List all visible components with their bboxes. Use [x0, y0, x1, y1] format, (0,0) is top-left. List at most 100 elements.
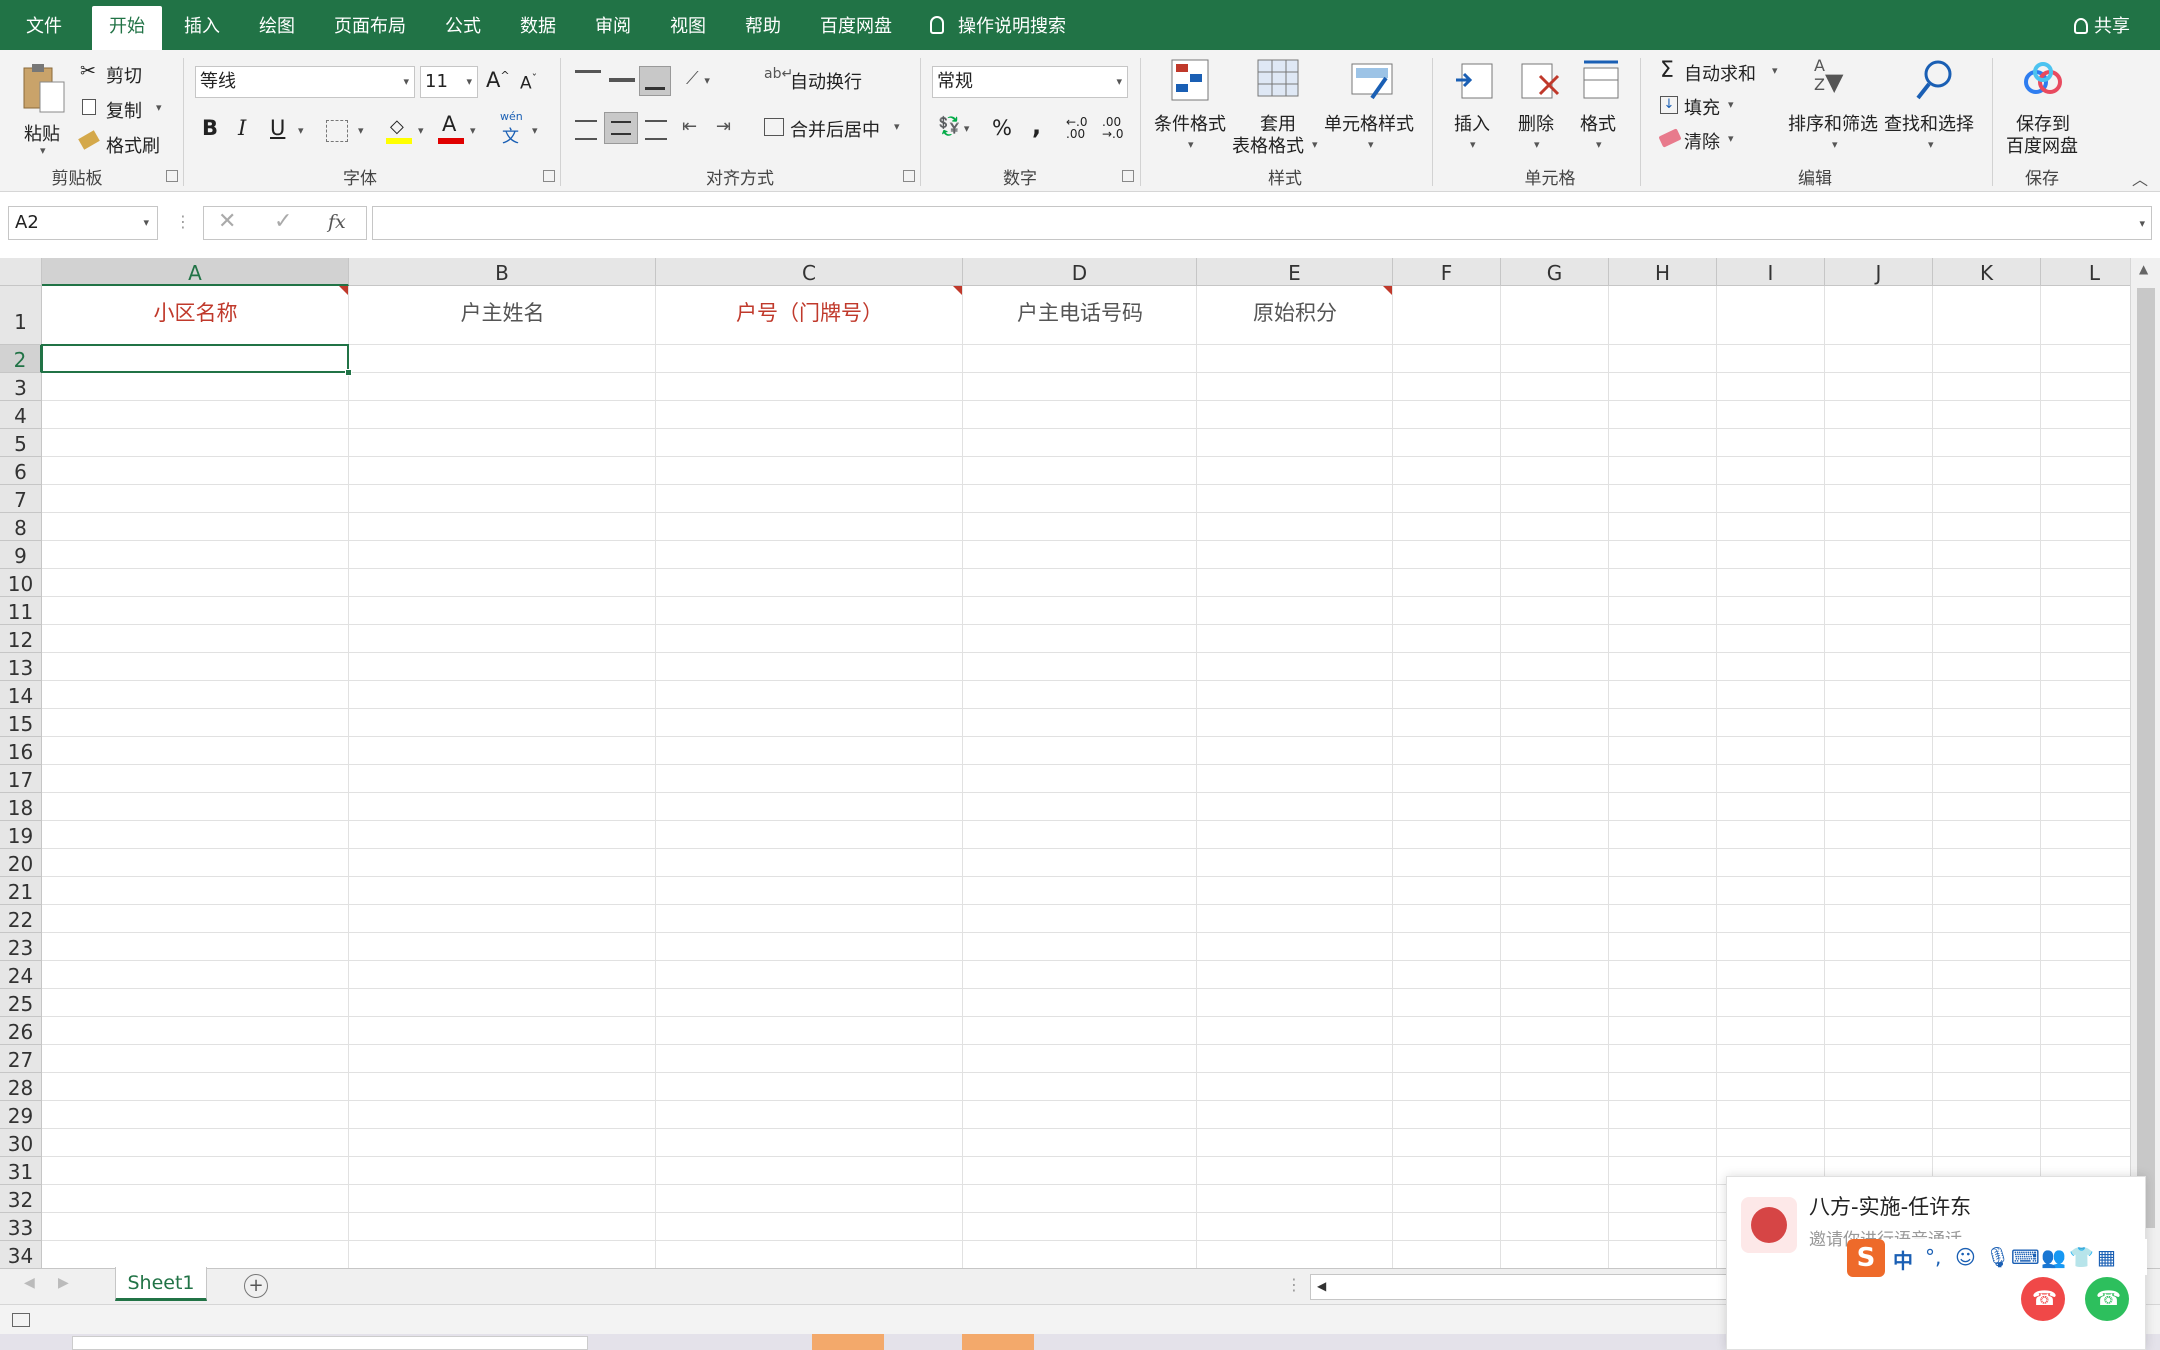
worksheet-grid[interactable]: ABCDEFGHIJKL 1 2 3 4 5 6 7 8 9 10 11 12 13 14 15 16 17 18…	[0, 258, 2130, 1270]
insert-function-button[interactable]: fx	[328, 211, 346, 233]
cell-e1[interactable]: 原始积分	[1197, 298, 1393, 328]
column-header-e[interactable]: E	[1197, 258, 1393, 286]
row-header-34[interactable]: 34	[0, 1241, 42, 1269]
column-header-i[interactable]: I	[1717, 258, 1825, 286]
shrink-font-button[interactable]: Aˇ	[520, 72, 537, 94]
horizontal-scrollbar[interactable]: ◀	[1310, 1274, 1730, 1300]
scroll-up-icon[interactable]: ▲	[2139, 262, 2148, 276]
column-header-h[interactable]: H	[1609, 258, 1717, 286]
copy-button[interactable]: 复制 ▾	[80, 95, 180, 123]
tell-me-search[interactable]: 操作说明搜索	[930, 0, 1066, 50]
currency-icon[interactable]: 💱 ▾	[938, 116, 969, 137]
row-header-3[interactable]: 3	[0, 373, 42, 401]
row-header-9[interactable]: 9	[0, 541, 42, 569]
tab-file[interactable]: 文件	[10, 0, 78, 50]
sheet-tab-sheet1[interactable]: Sheet1	[115, 1267, 207, 1301]
microphone-icon[interactable]: 🎙	[1985, 1245, 2010, 1269]
number-launcher[interactable]	[1122, 170, 1134, 182]
row-header-27[interactable]: 27	[0, 1045, 42, 1073]
fill-color-button[interactable]: ◇	[386, 116, 412, 146]
row-header-12[interactable]: 12	[0, 625, 42, 653]
grow-font-button[interactable]: A^	[486, 68, 510, 92]
cell-styles-button[interactable]: 单元格样式 ▾	[1324, 58, 1420, 158]
row-header-17[interactable]: 17	[0, 765, 42, 793]
decrease-indent-icon[interactable]: ⇤	[682, 116, 697, 137]
row-header-24[interactable]: 24	[0, 961, 42, 989]
find-select-button[interactable]: 查找和选择 ▾	[1884, 58, 1980, 158]
ime-lang-toggle[interactable]: 中	[1893, 1245, 1913, 1274]
enter-icon[interactable]: ✓	[274, 209, 292, 234]
user-group-icon[interactable]: 👥	[2041, 1245, 2066, 1269]
row-header-23[interactable]: 23	[0, 933, 42, 961]
tab-review[interactable]: 审阅	[583, 0, 643, 50]
paste-button[interactable]: 粘贴 ▾	[18, 60, 72, 157]
row-header-15[interactable]: 15	[0, 709, 42, 737]
insert-cells-button[interactable]: 插入 ▾	[1448, 58, 1502, 158]
row-header-6[interactable]: 6	[0, 457, 42, 485]
row-header-16[interactable]: 16	[0, 737, 42, 765]
ime-punct-toggle[interactable]: °,	[1925, 1245, 1941, 1269]
column-header-l[interactable]: L	[2041, 258, 2130, 286]
formula-input[interactable]: ▾	[372, 206, 2152, 240]
align-middle-icon[interactable]	[609, 78, 635, 82]
add-sheet-icon[interactable]: +	[244, 1274, 268, 1298]
next-sheet-icon[interactable]: ▶	[58, 1275, 69, 1291]
font-launcher[interactable]	[543, 170, 555, 182]
sort-filter-button[interactable]: A Z▼ 排序和筛选 ▾	[1788, 58, 1880, 158]
tab-help[interactable]: 帮助	[733, 0, 793, 50]
taskbar-search[interactable]	[72, 1336, 588, 1350]
column-header-j[interactable]: J	[1825, 258, 1933, 286]
cell-c1[interactable]: 户号（门牌号）	[656, 298, 963, 328]
row-header-5[interactable]: 5	[0, 429, 42, 457]
scroll-left-icon[interactable]: ◀	[1317, 1279, 1326, 1293]
alignment-launcher[interactable]	[903, 170, 915, 182]
increase-decimal-icon[interactable]: ←.0.00	[1066, 116, 1088, 140]
share-button[interactable]: 共享	[2074, 0, 2130, 50]
tab-draw[interactable]: 绘图	[247, 0, 307, 50]
merge-center-button[interactable]: 合并后居中 ▾	[764, 114, 914, 144]
save-baidu-button[interactable]: 保存到 百度网盘	[2002, 58, 2086, 168]
cell-a1[interactable]: 小区名称	[42, 298, 349, 328]
autosum-button[interactable]: Σ 自动求和 ▾	[1658, 58, 1788, 88]
row-header-2[interactable]: 2	[0, 345, 42, 373]
toolbox-icon[interactable]: ▦	[2097, 1245, 2116, 1269]
delete-cells-button[interactable]: 删除 ▾	[1512, 58, 1566, 158]
increase-indent-icon[interactable]: ⇥	[716, 116, 731, 137]
align-bottom-icon[interactable]	[639, 66, 671, 96]
column-header-d[interactable]: D	[963, 258, 1197, 286]
row-header-31[interactable]: 31	[0, 1157, 42, 1185]
row-header-33[interactable]: 33	[0, 1213, 42, 1241]
row-header-18[interactable]: 18	[0, 793, 42, 821]
fill-handle[interactable]	[345, 369, 352, 376]
select-all-button[interactable]	[0, 258, 42, 286]
row-header-13[interactable]: 13	[0, 653, 42, 681]
tab-page-layout[interactable]: 页面布局	[322, 0, 418, 50]
tab-view[interactable]: 视图	[658, 0, 718, 50]
row-header-10[interactable]: 10	[0, 569, 42, 597]
column-header-c[interactable]: C	[656, 258, 963, 286]
name-box[interactable]: A2 ▾	[8, 206, 158, 240]
vertical-scrollbar[interactable]: ▲	[2130, 258, 2160, 1270]
prev-sheet-icon[interactable]: ◀	[24, 1275, 35, 1291]
number-format-select[interactable]: 常规 ▾	[932, 66, 1128, 98]
font-name-select[interactable]: 等线 ▾	[195, 66, 415, 98]
border-icon[interactable]	[326, 120, 348, 142]
taskbar-app[interactable]	[812, 1334, 884, 1350]
row-header-8[interactable]: 8	[0, 513, 42, 541]
format-painter-button[interactable]: 格式刷	[78, 130, 180, 158]
cancel-icon[interactable]: ✕	[218, 209, 236, 234]
row-header-28[interactable]: 28	[0, 1073, 42, 1101]
align-center-icon[interactable]	[604, 112, 638, 144]
format-as-table-button[interactable]: 套用 表格格式 ▾	[1232, 58, 1322, 168]
row-header-7[interactable]: 7	[0, 485, 42, 513]
align-left-icon[interactable]	[575, 120, 597, 140]
row-header-4[interactable]: 4	[0, 401, 42, 429]
vertical-scroll-thumb[interactable]	[2137, 288, 2155, 1228]
collapse-ribbon-icon[interactable]: ︿	[2132, 166, 2148, 190]
underline-button[interactable]: U	[270, 116, 285, 140]
orientation-icon[interactable]: ⟋ ▾	[686, 68, 710, 89]
column-header-b[interactable]: B	[349, 258, 656, 286]
comma-button[interactable]: ,	[1032, 112, 1041, 140]
font-color-button[interactable]: A	[438, 112, 464, 146]
decrease-decimal-icon[interactable]: .00 →.0	[1102, 116, 1124, 140]
